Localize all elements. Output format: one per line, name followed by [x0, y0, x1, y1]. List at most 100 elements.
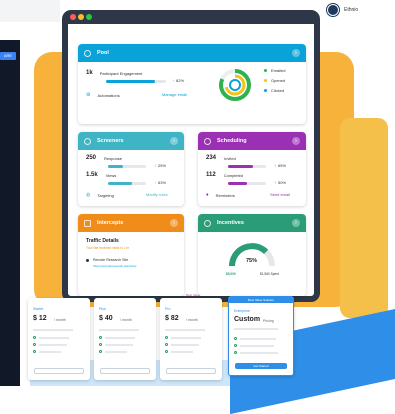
scheduling-header[interactable]: Scheduling ›: [198, 132, 306, 150]
invited-count: 234: [206, 155, 217, 161]
plan-desc-line: [99, 329, 139, 331]
sidebar-tag[interactable]: ARE: [0, 52, 16, 60]
views-bar: [108, 182, 146, 185]
get-started-button[interactable]: Get Started: [235, 363, 287, 369]
participant-change: 82%: [176, 78, 185, 83]
pricing-card-pro[interactable]: Pro $ 82 / month: [160, 298, 222, 380]
plan-price: $ 40: [99, 315, 113, 322]
chevron-right-icon[interactable]: ›: [170, 219, 178, 227]
site-url[interactable]: https://remoteresearch.site/study: [93, 264, 137, 268]
plan-period: / month: [120, 318, 132, 322]
legend-opened: Opened: [271, 78, 286, 83]
chevron-right-icon[interactable]: ›: [292, 49, 300, 57]
budget-total: $5,000: [226, 272, 236, 276]
response-bar-fill: [108, 165, 124, 168]
yellow-backdrop: [340, 118, 388, 318]
arrow-up-icon: ↑: [172, 78, 174, 83]
screeners-header[interactable]: Screeners ›: [78, 132, 184, 150]
plan-select-button[interactable]: [100, 368, 150, 374]
intercepts-icon: [84, 219, 91, 227]
feature-line: [171, 343, 199, 346]
views-bar-fill: [108, 182, 132, 185]
feature-line: [39, 336, 69, 339]
check-icon: [165, 343, 168, 346]
user-name: Ethnio: [344, 7, 359, 13]
intercepts-title: Intercepts: [97, 220, 124, 226]
plan-name: Pro: [165, 307, 171, 311]
plan-desc-line: [165, 329, 205, 331]
pool-header[interactable]: Pool ›: [78, 44, 306, 62]
response-label: Response: [104, 155, 123, 161]
top-left-panel: [0, 0, 60, 22]
participant-bar: [106, 80, 166, 83]
participant-bar-fill: [106, 80, 156, 83]
feature-line: [240, 351, 278, 354]
check-icon: [33, 336, 36, 339]
completed-change: 50%: [278, 180, 287, 185]
pool-title: Pool: [97, 50, 109, 56]
arrow-up-icon: ↑: [274, 180, 276, 185]
check-icon: [99, 336, 102, 339]
pricing-card-enterprise[interactable]: Best Value Solution Enterprise Custom Pr…: [228, 296, 294, 376]
scheduling-title: Scheduling: [217, 138, 247, 144]
window-maximize-dot[interactable]: [86, 14, 92, 20]
feature-line: [39, 343, 67, 346]
check-icon: [99, 350, 102, 353]
modify-rules-link[interactable]: Modify rules: [146, 192, 168, 197]
site-icon: [86, 258, 89, 262]
check-icon: [234, 351, 237, 354]
feature-line: [240, 344, 274, 347]
check-icon: [234, 337, 237, 340]
plan-select-button[interactable]: [166, 368, 216, 374]
invited-bar-fill: [228, 165, 253, 168]
user-profile[interactable]: Ethnio: [327, 4, 358, 16]
plan-name: Enterprise: [234, 309, 250, 313]
plan-period: / month: [54, 318, 66, 322]
participant-label: Participant Engagement: [99, 70, 143, 76]
invited-change: 65%: [278, 163, 287, 168]
feature-line: [105, 336, 135, 339]
incentives-header[interactable]: Incentives ›: [198, 214, 306, 232]
incentives-title: Incentives: [217, 220, 244, 226]
budget-spent: $1,560 Spent: [260, 272, 279, 276]
chevron-right-icon[interactable]: ›: [292, 219, 300, 227]
intercepts-header[interactable]: Intercepts ›: [78, 214, 184, 232]
invited-bar: [228, 165, 266, 168]
intercepts-card: Intercepts › Traffic Details Your site r…: [78, 214, 184, 296]
plan-price: $ 82: [165, 315, 179, 322]
incentives-card: Incentives › 75% $5,000 $1,560 Spent: [198, 214, 306, 296]
calendar-icon: [204, 137, 211, 145]
chevron-right-icon[interactable]: ›: [292, 137, 300, 145]
reminders-label: Reminders: [215, 192, 235, 198]
tablet-frame: Pool › 1k Participant Engagement ↑ 82% ⚙…: [62, 10, 320, 302]
traffic-title: Traffic Details: [86, 238, 119, 244]
window-close-dot[interactable]: [70, 14, 76, 20]
manage-email-link[interactable]: Manage email: [162, 92, 187, 97]
views-change: 63%: [158, 180, 167, 185]
legend-dot: [264, 69, 267, 72]
completed-bar-fill: [228, 182, 247, 185]
bell-icon: ♦: [206, 192, 209, 198]
screeners-card: Screeners › 250 Response ↑ 25% 1.5k Views…: [78, 132, 184, 206]
arrow-up-icon: ↑: [274, 163, 276, 168]
gauge-value: 75%: [246, 258, 258, 264]
check-icon: [165, 336, 168, 339]
plan-price: $ 12: [33, 315, 47, 322]
plan-desc-line: [33, 329, 73, 331]
send-email-link[interactable]: Send email: [270, 192, 290, 197]
invited-label: Invited: [224, 155, 236, 161]
plan-period: Pricing: [263, 319, 274, 323]
arrow-up-icon: ↑: [154, 180, 156, 185]
best-value-callout: Best Value: [186, 293, 201, 297]
screeners-title: Screeners: [97, 138, 124, 144]
plan-select-button[interactable]: [34, 368, 84, 374]
check-icon: [33, 343, 36, 346]
window-minimize-dot[interactable]: [78, 14, 84, 20]
chevron-right-icon[interactable]: ›: [170, 137, 178, 145]
automations-label: Automations: [97, 92, 120, 98]
pricing-card-plus[interactable]: Plus $ 40 / month: [94, 298, 156, 380]
pricing-card-starter[interactable]: Starter $ 12 / month: [28, 298, 90, 380]
avatar: [327, 4, 339, 16]
pool-icon: [84, 49, 91, 57]
plan-desc-line: [234, 328, 278, 330]
